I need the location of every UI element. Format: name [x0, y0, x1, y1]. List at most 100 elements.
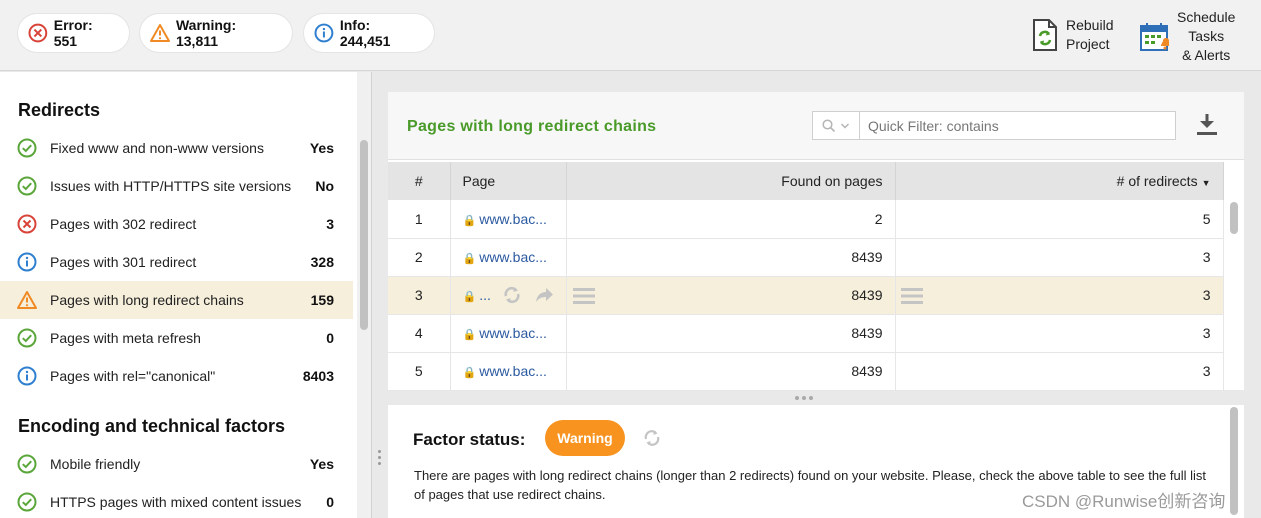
column-header-redirects[interactable]: # of redirects ▼ [895, 162, 1224, 200]
table-scrollbar[interactable] [1224, 200, 1244, 390]
schedule-line3: & Alerts [1182, 47, 1231, 63]
rebuild-project-button[interactable]: Rebuild Project [1032, 16, 1113, 54]
chevron-down-icon [840, 122, 850, 129]
table-row[interactable]: 4 🔒 www.bac... 8439 3 [388, 314, 1224, 353]
row-number: 3 [388, 276, 451, 315]
panel-resize-handle[interactable] [377, 450, 383, 474]
sidebar-item-value: Yes [309, 456, 334, 472]
results-header: Pages with long redirect chains [388, 92, 1244, 160]
sidebar-item-label: Fixed www and non-www versions [50, 140, 264, 156]
table-row[interactable]: 1 🔒 www.bac... 2 5 [388, 200, 1224, 239]
column-header-found[interactable]: Found on pages [566, 162, 896, 200]
found-on-pages-cell: 2 [566, 200, 896, 239]
sidebar-item-rel-canonical[interactable]: Pages with rel="canonical" 8403 [0, 357, 353, 395]
menu-icon[interactable] [572, 286, 595, 306]
results-table: # Page Found on pages # of redirects ▼ 1 … [388, 162, 1224, 391]
sidebar-item-label: Pages with rel="canonical" [50, 368, 216, 384]
filter-mode-dropdown[interactable] [813, 112, 860, 139]
page-link[interactable]: www.bac... [479, 249, 547, 265]
row-number: 4 [388, 314, 451, 353]
info-icon [17, 252, 37, 272]
recrawl-icon[interactable] [501, 284, 523, 306]
status-scrollbar[interactable] [1226, 405, 1244, 518]
factor-status-label: Factor status: [413, 430, 526, 449]
found-on-pages-cell: 8439 [566, 314, 896, 353]
table-row[interactable]: 5 🔒 www.bac... 8439 3 [388, 352, 1224, 391]
factors-sidebar: Redirects Fixed www and non-www versions… [0, 72, 372, 518]
column-header-page[interactable]: Page [450, 162, 567, 200]
status-badge: Warning [545, 420, 625, 456]
watermark: CSDN @Runwise创新咨询 [1022, 492, 1226, 511]
page-cell: 🔒 www.bac... [450, 200, 567, 239]
error-icon [28, 23, 48, 43]
sidebar-scrollbar[interactable] [357, 72, 371, 518]
table-row[interactable]: 2 🔒 www.bac... 8439 3 [388, 238, 1224, 277]
open-link-arrow-icon[interactable] [533, 284, 555, 306]
sidebar-item-label: Mobile friendly [50, 456, 141, 472]
sidebar-item-value: 0 [326, 494, 334, 510]
page-cell: 🔒 www.bac... [450, 238, 567, 277]
ok-check-icon [17, 328, 37, 348]
warning-count-label: Warning: 13,811 [175, 17, 237, 49]
sidebar-item-value: 159 [310, 292, 334, 308]
redirects-count-cell: 3 [895, 238, 1224, 277]
rebuild-line1: Rebuild [1066, 17, 1114, 33]
page-cell: 🔒 www.bac... [450, 352, 567, 391]
sidebar-item-mobile-friendly[interactable]: Mobile friendly Yes [0, 445, 353, 483]
sidebar-item-fixed-www[interactable]: Fixed www and non-www versions Yes [0, 129, 353, 167]
sidebar-item-value: Yes [309, 140, 334, 156]
column-header-redirects-label: # of redirects [1116, 173, 1198, 189]
warning-count-filter[interactable]: Warning: 13,811 [140, 14, 292, 52]
sidebar-scroll-thumb[interactable] [360, 140, 368, 330]
menu-icon[interactable] [900, 286, 923, 306]
redirects-value: 3 [1202, 287, 1211, 303]
sidebar-item-long-redirect-chains[interactable]: Pages with long redirect chains 159 [0, 281, 353, 319]
sidebar-item-302-redirect[interactable]: Pages with 302 redirect 3 [0, 205, 353, 243]
rebuild-line2: Project [1066, 36, 1110, 52]
splitter-handle[interactable] [795, 396, 813, 400]
lock-icon: 🔒 [462, 291, 477, 303]
page-cell-link[interactable]: 🔒... [463, 287, 491, 303]
sidebar-item-label: Pages with long redirect chains [50, 292, 244, 308]
page-link[interactable]: www.bac... [479, 363, 547, 379]
sort-desc-icon: ▼ [1201, 178, 1211, 188]
redirects-count-cell: 3 [895, 314, 1224, 353]
sidebar-item-http-https[interactable]: Issues with HTTP/HTTPS site versions No [0, 167, 353, 205]
rebuild-icon [1033, 19, 1057, 51]
sidebar-item-label: Issues with HTTP/HTTPS site versions [50, 178, 292, 194]
table-scroll-thumb[interactable] [1230, 202, 1238, 234]
refresh-icon[interactable] [642, 428, 662, 448]
status-scroll-thumb[interactable] [1230, 407, 1238, 515]
ok-check-icon [17, 492, 37, 512]
calendar-alert-icon [1140, 22, 1169, 51]
sidebar-item-meta-refresh[interactable]: Pages with meta refresh 0 [0, 319, 353, 357]
page-link[interactable]: www.bac... [479, 211, 547, 227]
sidebar-item-label: Pages with meta refresh [50, 330, 201, 346]
sidebar-item-label: HTTPS pages with mixed content issues [50, 494, 302, 510]
error-count-filter[interactable]: Error: 551 [18, 14, 129, 52]
sidebar-item-301-redirect[interactable]: Pages with 301 redirect 328 [0, 243, 353, 281]
column-header-num[interactable]: # [388, 162, 451, 200]
toolbar: Error: 551 Warning: 13,811 Info: 244,451… [0, 0, 1261, 71]
quick-filter-input[interactable] [861, 112, 1175, 139]
table-row-highlighted[interactable]: 3 🔒... 8439 3 [388, 276, 1224, 315]
results-panel: Pages with long redirect chains # Page F… [388, 92, 1244, 391]
download-icon[interactable] [1194, 112, 1220, 138]
error-count-label: Error: 551 [53, 17, 93, 49]
lock-icon: 🔒 [462, 367, 477, 379]
page-cell: 🔒... [450, 276, 567, 315]
schedule-tasks-button[interactable]: Schedule Tasks & Alerts [1139, 8, 1235, 65]
page-link[interactable]: www.bac... [479, 325, 547, 341]
sidebar-item-label: Pages with 301 redirect [50, 254, 197, 270]
page-link[interactable]: ... [479, 287, 491, 303]
search-icon [822, 118, 836, 132]
sidebar-item-mixed-content[interactable]: HTTPS pages with mixed content issues 0 [0, 483, 353, 518]
quick-filter [812, 111, 1176, 140]
found-value: 8439 [851, 287, 883, 303]
error-icon [17, 214, 37, 234]
sidebar-item-value: No [315, 178, 334, 194]
row-number: 5 [388, 352, 451, 391]
ok-check-icon [17, 138, 37, 158]
info-count-filter[interactable]: Info: 244,451 [304, 14, 434, 52]
redirects-count-cell: 3 [895, 276, 1224, 315]
